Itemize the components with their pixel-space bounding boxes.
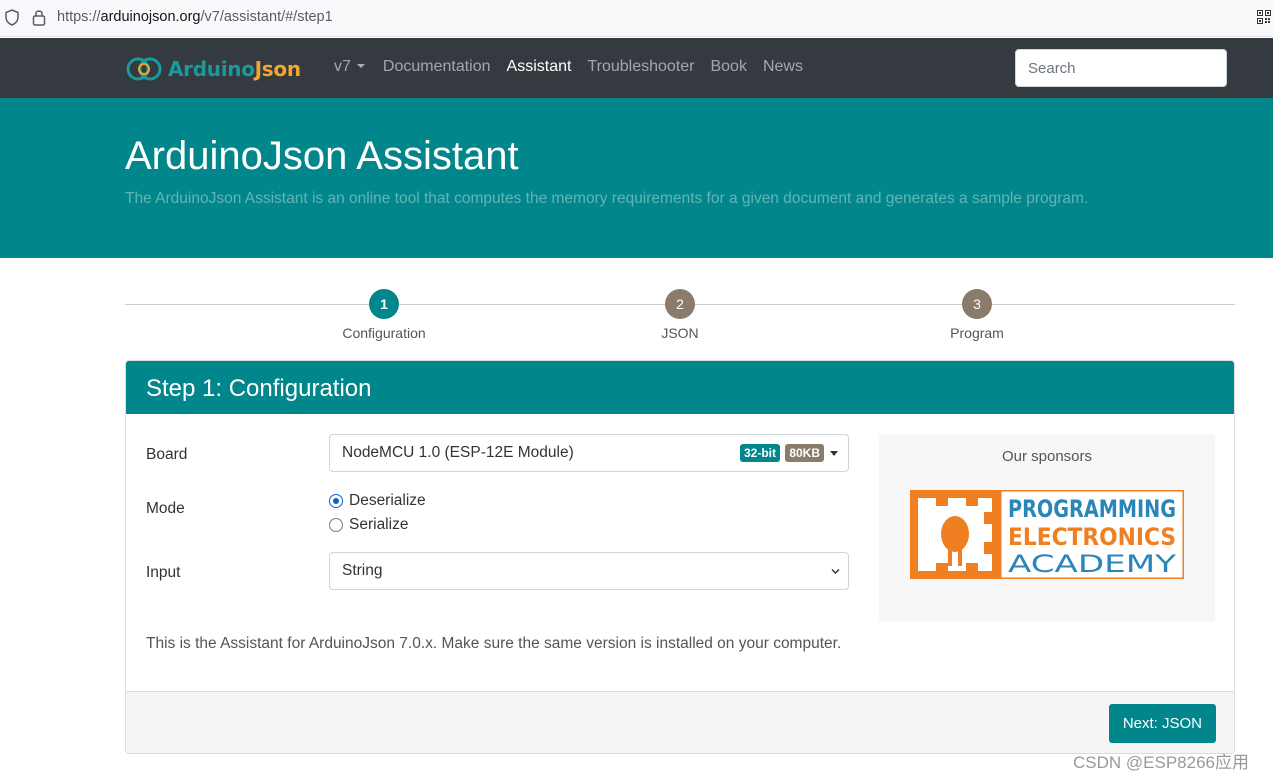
nav-link-news[interactable]: News — [763, 58, 803, 76]
mode-label: Mode — [146, 500, 185, 517]
nav-link-book[interactable]: Book — [710, 58, 746, 76]
radio-checked-icon[interactable] — [329, 494, 343, 508]
step-json[interactable]: 2 JSON — [620, 289, 740, 341]
chevron-down-icon — [831, 568, 840, 575]
input-label: Input — [146, 564, 181, 581]
mode-radio-deserialize[interactable]: Deserialize — [329, 492, 426, 510]
radio-unchecked-icon[interactable] — [329, 518, 343, 532]
nav-link-documentation[interactable]: Documentation — [383, 58, 491, 76]
watermark-text: CSDN @ESP8266应用 — [1073, 753, 1249, 772]
board-select[interactable]: NodeMCU 1.0 (ESP-12E Module) 32-bit 80KB — [329, 434, 849, 472]
board-select-value: NodeMCU 1.0 (ESP-12E Module) — [342, 444, 574, 461]
sponsors-panel: Our sponsors PROGRAMMING ELECTRONICS ACA… — [879, 434, 1215, 622]
brand-text-json: Json — [254, 57, 301, 81]
configuration-card: Step 1: Configuration Board NodeMCU 1.0 … — [125, 360, 1235, 754]
next-json-button[interactable]: Next: JSON — [1108, 704, 1216, 743]
page-title: ArduinoJson Assistant — [125, 134, 519, 178]
arduinojson-logo-icon — [126, 57, 162, 81]
mode-radio-serialize[interactable]: Serialize — [329, 516, 408, 534]
url-host: arduinojson.org — [100, 9, 201, 25]
step-label: Program — [950, 325, 1004, 341]
card-header: Step 1: Configuration — [126, 361, 1234, 414]
input-select-value: String — [342, 562, 383, 579]
step-number: 1 — [369, 289, 399, 319]
caret-down-icon — [830, 451, 838, 456]
nav-version-label: v7 — [334, 58, 351, 75]
browser-address-bar: https://arduinojson.org/v7/assistant/#/s… — [0, 0, 1273, 37]
page-subtitle: The ArduinoJson Assistant is an online t… — [125, 190, 1089, 207]
chevron-down-icon — [356, 63, 365, 68]
board-memory-badge: 80KB — [785, 444, 824, 462]
nav-version-dropdown[interactable]: v7 — [334, 58, 365, 76]
step-configuration[interactable]: 1 Configuration — [324, 289, 444, 341]
radio-label: Deserialize — [349, 492, 426, 509]
board-label: Board — [146, 446, 188, 463]
search-input[interactable] — [1015, 49, 1227, 87]
step-progress: 1 Configuration 2 JSON 3 Program — [125, 289, 1235, 345]
input-select[interactable]: String — [329, 552, 849, 590]
step-number: 3 — [962, 289, 992, 319]
step-label: JSON — [661, 325, 699, 341]
lock-icon[interactable] — [32, 8, 46, 26]
version-note: This is the Assistant for ArduinoJson 7.… — [146, 635, 842, 652]
step-program[interactable]: 3 Program — [917, 289, 1037, 341]
sponsor-logo-line-1: PROGRAMMING — [1008, 495, 1176, 523]
card-title: Step 1: Configuration — [146, 375, 372, 402]
hero-banner: ArduinoJson Assistant The ArduinoJson As… — [0, 98, 1273, 258]
nav-link-assistant[interactable]: Assistant — [507, 58, 572, 76]
url-field[interactable]: https://arduinojson.org/v7/assistant/#/s… — [57, 9, 333, 25]
step-label: Configuration — [342, 325, 426, 341]
nav-links: v7 Documentation Assistant Troubleshoote… — [334, 58, 819, 76]
qr-code-icon[interactable] — [1257, 10, 1271, 24]
brand-logo[interactable]: ArduinoJson — [126, 55, 301, 83]
brand-text-arduino: Arduino — [168, 57, 255, 81]
sponsor-logo-line-3: ACADEMY — [1008, 550, 1176, 578]
programming-electronics-academy-logo[interactable]: PROGRAMMING ELECTRONICS ACADEMY — [910, 490, 1184, 579]
url-path: /v7/assistant/#/step1 — [200, 9, 333, 25]
radio-label: Serialize — [349, 516, 409, 533]
board-bits-badge: 32-bit — [739, 444, 780, 462]
sponsor-logo-line-2: ELECTRONICS — [1008, 523, 1176, 551]
shield-icon[interactable] — [5, 9, 19, 26]
step-number: 2 — [665, 289, 695, 319]
url-prefix: https:// — [57, 9, 101, 25]
top-navbar: ArduinoJson v7 Documentation Assistant T… — [0, 38, 1273, 98]
sponsors-title: Our sponsors — [1001, 448, 1093, 465]
nav-link-troubleshooter[interactable]: Troubleshooter — [587, 58, 694, 76]
card-footer: Next: JSON — [126, 691, 1234, 753]
